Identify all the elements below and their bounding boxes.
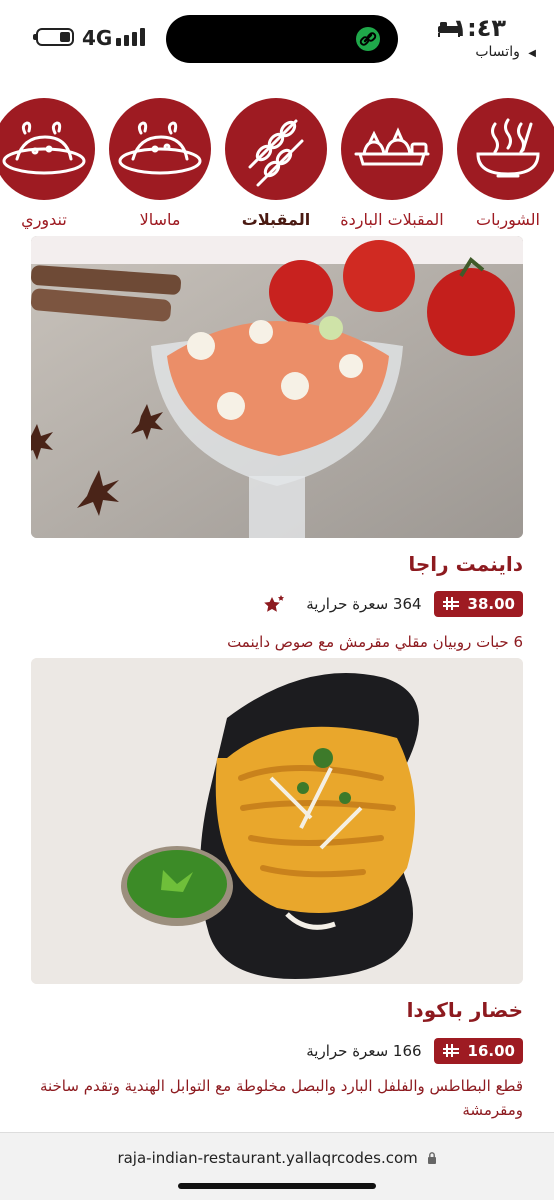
category-label: تندوري (21, 210, 67, 229)
soup-bowl-icon (457, 98, 554, 200)
battery-icon (33, 28, 74, 46)
back-triangle-icon: ◀ (528, 48, 536, 59)
price-value: 38.00 (467, 595, 515, 613)
item-description: قطع البطاطس والفلفل البارد والبصل مخلوطة… (39, 1077, 523, 1119)
category-cold-appetizers[interactable]: المقبلات الباردة (340, 98, 444, 232)
item-title: خضار باكودا (406, 998, 523, 1022)
category-soups[interactable]: الشوربات (456, 98, 554, 232)
skewers-icon (225, 98, 327, 200)
status-bar: 4G ١:٤٣ ◀ واتساب (0, 0, 554, 72)
home-indicator[interactable] (178, 1183, 376, 1189)
category-hot-appetizers[interactable]: المقبلات الحارة (224, 98, 328, 256)
lock-icon (427, 1152, 436, 1164)
back-app-label: واتساب (475, 44, 520, 60)
link-icon (356, 27, 380, 51)
category-masala[interactable]: ماسالا (108, 98, 212, 232)
category-tandoori[interactable]: تندوري (0, 98, 96, 232)
url-text: raja-indian-restaurant.yallaqrcodes.com (117, 1149, 418, 1167)
item-description: 6 حبات روبيان مقلي مقرمش مع صوص داينمت (227, 633, 523, 651)
riyal-symbol-icon (442, 597, 459, 610)
back-to-app-link[interactable]: ◀ واتساب (475, 44, 536, 60)
item-title: داينمت راجا (408, 552, 523, 576)
riyal-symbol-icon (442, 1044, 459, 1057)
item-photo-dynamite-raja[interactable] (31, 236, 523, 538)
url-field[interactable]: raja-indian-restaurant.yallaqrcodes.com (0, 1149, 554, 1167)
price-value: 16.00 (467, 1042, 515, 1060)
category-label: المقبلات الباردة (340, 210, 444, 229)
category-label: ماسالا (139, 210, 181, 229)
category-bar: الشوربات المقبلات الباردة المقبلات ماسال… (0, 98, 554, 258)
signal-icon (116, 28, 146, 46)
item-price-row: 16.00 166 سعرة حرارية (306, 1037, 523, 1065)
dynamic-island (166, 15, 398, 63)
calories-text: 166 سعرة حرارية (306, 1042, 422, 1060)
item-price-row: 38.00 364 سعرة حرارية (262, 590, 523, 618)
category-label: الشوربات (476, 210, 540, 229)
cold-appetizers-icon (341, 98, 443, 200)
network-label: 4G (82, 26, 113, 50)
price-badge: 38.00 (433, 591, 523, 617)
tandoori-plate-icon (0, 98, 95, 200)
price-badge: 16.00 (433, 1038, 523, 1064)
curry-plate-icon (109, 98, 211, 200)
calories-text: 364 سعرة حرارية (306, 595, 422, 613)
browser-url-bar[interactable]: raja-indian-restaurant.yallaqrcodes.com (0, 1132, 554, 1200)
stars-icon (264, 595, 285, 612)
clock-time: ١:٤٣ (452, 14, 506, 42)
item-photo-vegetable-pakora[interactable] (31, 658, 523, 984)
